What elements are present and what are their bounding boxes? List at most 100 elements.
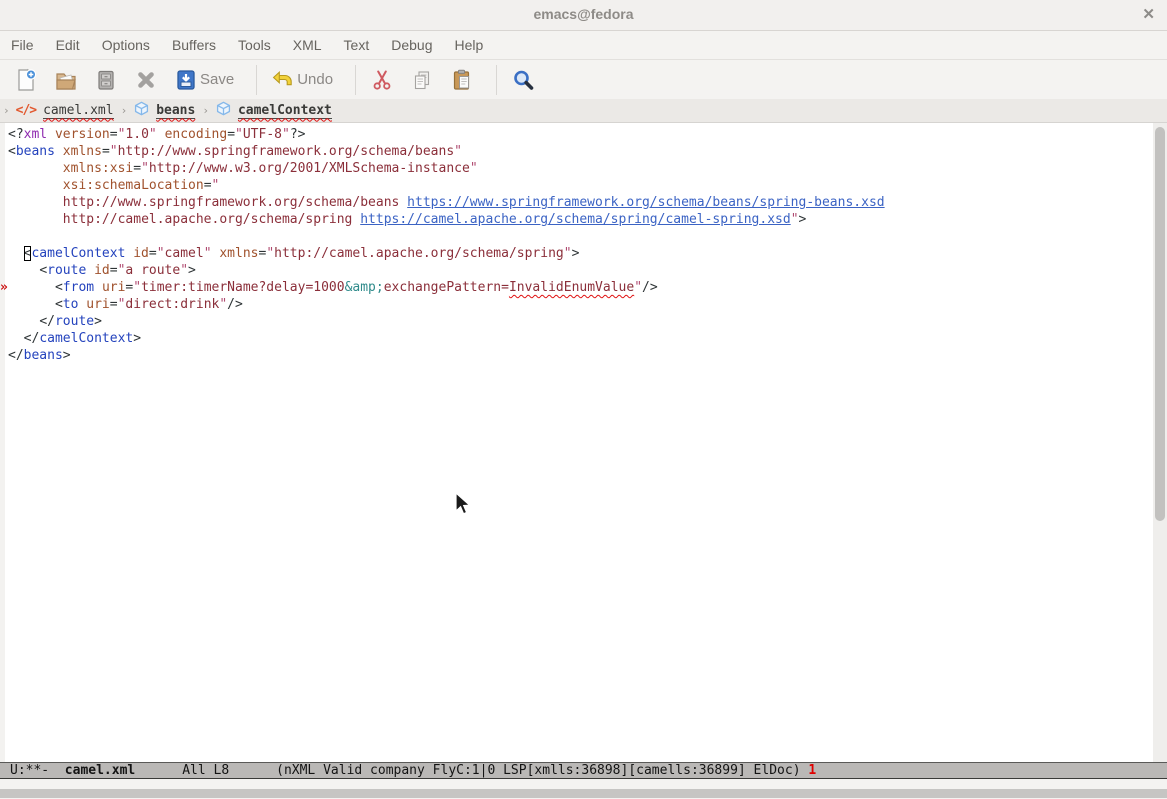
menu-edit[interactable]: Edit <box>56 37 80 53</box>
menu-tools[interactable]: Tools <box>238 37 271 53</box>
scrollbar-thumb[interactable] <box>1155 127 1165 521</box>
code-token <box>8 331 24 346</box>
menu-bar: File Edit Options Buffers Tools XML Text Debug H… <box>0 31 1167 60</box>
code-line: xmlns:xsi="http://www.w3.org/2001/XMLSch… <box>0 160 1153 177</box>
code-token: http://www.springframework.org/schema/be… <box>118 144 455 159</box>
title-bar: emacs@fedora ✕ <box>0 0 1167 31</box>
modeline-state: U:**- <box>10 763 65 778</box>
code-token <box>8 297 55 312</box>
paste-button[interactable] <box>450 68 474 92</box>
code-token: " <box>634 280 642 295</box>
code-token: " <box>212 178 220 193</box>
code-token: https://camel.apache.org/schema/spring/c… <box>360 212 790 227</box>
menu-options[interactable]: Options <box>102 37 150 53</box>
modeline-info: All L8 (nXML Valid company FlyC:1|0 LSP[… <box>135 763 808 778</box>
code-token: uri <box>102 280 125 295</box>
search-button[interactable] <box>511 68 535 92</box>
code-token: = <box>227 127 235 142</box>
code-token: encoding <box>165 127 228 142</box>
code-token: " <box>235 127 243 142</box>
code-token <box>8 246 24 261</box>
code-token: " <box>157 246 165 261</box>
code-token: " <box>564 246 572 261</box>
toolbar-separator <box>256 65 257 95</box>
open-file-button[interactable] <box>54 68 78 92</box>
code-line: <to uri="direct:drink"/> <box>0 296 1153 313</box>
code-token: InvalidEnumValue <box>509 280 634 295</box>
code-token: id <box>94 263 110 278</box>
paste-clipboard-icon <box>450 68 474 92</box>
code-token: a route <box>125 263 180 278</box>
breadcrumb: › </> camel.xml › beans › camelContext <box>0 99 1167 123</box>
code-token: " <box>149 127 157 142</box>
file-cabinet-button[interactable] <box>94 68 118 92</box>
code-token <box>86 263 94 278</box>
code-token: = <box>110 263 118 278</box>
modeline-buffer-name: camel.xml <box>65 763 135 778</box>
toolbar-separator <box>496 65 497 95</box>
save-icon <box>174 68 198 92</box>
breadcrumb-item-beans[interactable]: beans <box>156 103 195 119</box>
breadcrumb-item-camel-xml[interactable]: camel.xml <box>43 103 113 119</box>
code-token: UTF-8 <box>243 127 282 142</box>
copy-icon <box>410 68 434 92</box>
code-token: beans <box>16 144 55 159</box>
code-token <box>55 144 63 159</box>
code-token <box>8 178 63 193</box>
window-title: emacs@fedora <box>0 6 1167 22</box>
menu-buffers[interactable]: Buffers <box>172 37 216 53</box>
menu-debug[interactable]: Debug <box>391 37 432 53</box>
code-token: " <box>219 297 227 312</box>
code-token: http://camel.apache.org/schema/spring <box>63 212 353 227</box>
code-token: > <box>799 212 807 227</box>
code-token: " <box>204 246 212 261</box>
editor-area[interactable]: <?xml version="1.0" encoding="UTF-8"?><b… <box>0 123 1167 762</box>
code-token: http://www.springframework.org/schema/be… <box>63 195 400 210</box>
breadcrumb-separator: › <box>121 104 128 117</box>
code-token: " <box>141 161 149 176</box>
save-button[interactable]: Save <box>174 68 234 92</box>
code-token: > <box>188 263 196 278</box>
code-token: </ <box>24 331 40 346</box>
code-token: ?> <box>290 127 306 142</box>
code-token: " <box>454 144 462 159</box>
close-buffer-button[interactable] <box>134 68 158 92</box>
code-token <box>94 280 102 295</box>
code-line: <?xml version="1.0" encoding="UTF-8"?> <box>0 126 1153 143</box>
code-token: " <box>282 127 290 142</box>
undo-button[interactable]: Undo <box>271 68 333 92</box>
code-token: " <box>133 280 141 295</box>
menu-help[interactable]: Help <box>454 37 483 53</box>
code-line: xsi:schemaLocation=" <box>0 177 1153 194</box>
menu-xml[interactable]: XML <box>293 37 322 53</box>
code-line: </beans> <box>0 347 1153 364</box>
copy-button[interactable] <box>410 68 434 92</box>
code-line: <beans xmlns="http://www.springframework… <box>0 143 1153 160</box>
code-token: > <box>63 348 71 363</box>
code-line <box>0 228 1153 245</box>
code-token <box>47 127 55 142</box>
code-token <box>399 195 407 210</box>
cube-icon <box>216 101 231 120</box>
cut-button[interactable] <box>370 68 394 92</box>
scrollbar[interactable] <box>1153 123 1167 762</box>
code-token: version <box>55 127 110 142</box>
code-token: xmlns:xsi <box>63 161 133 176</box>
code-token: camel <box>165 246 204 261</box>
new-file-button[interactable] <box>14 68 38 92</box>
close-icon[interactable]: ✕ <box>1142 5 1155 23</box>
menu-text[interactable]: Text <box>344 37 370 53</box>
code-token: > <box>572 246 580 261</box>
code-token: < <box>55 280 63 295</box>
code-token: > <box>94 314 102 329</box>
code-token <box>8 195 63 210</box>
menu-file[interactable]: File <box>11 37 34 53</box>
code-token: /> <box>642 280 658 295</box>
breadcrumb-separator: › <box>202 104 209 117</box>
echo-area[interactable] <box>0 779 1167 789</box>
code-line: » <from uri="timer:timerName?delay=1000&… <box>0 279 1153 296</box>
breadcrumb-item-camelcontext[interactable]: camelContext <box>238 103 332 119</box>
code-token: " <box>180 263 188 278</box>
code-token: to <box>63 297 79 312</box>
code-token: https://www.springframework.org/schema/b… <box>407 195 884 210</box>
